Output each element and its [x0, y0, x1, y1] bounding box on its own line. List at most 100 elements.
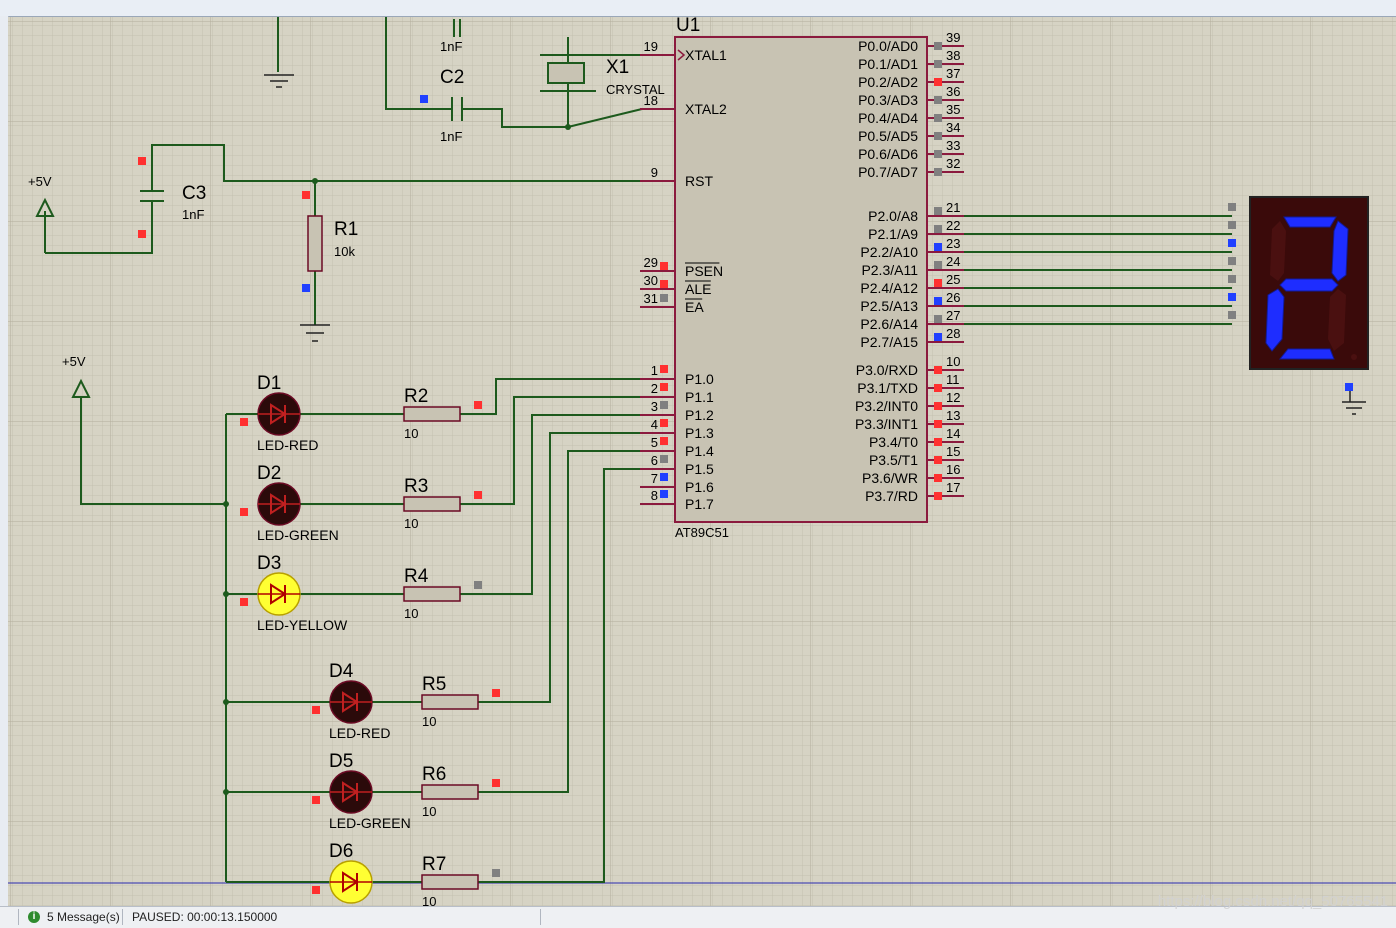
pin-number: 28	[946, 326, 960, 341]
pin-label: P0.5/AD5	[858, 128, 918, 144]
pin-label: EA	[685, 299, 704, 315]
resistor-body	[403, 586, 461, 602]
pin-label: P3.6/WR	[862, 470, 918, 486]
pin-number: 13	[946, 408, 960, 423]
pin-label: P1.5	[685, 461, 714, 477]
logic-probe-marker	[492, 869, 500, 877]
pin-label: P1.3	[685, 425, 714, 441]
pin-number: 33	[946, 138, 960, 153]
logic-probe-marker	[660, 473, 668, 481]
message-count[interactable]: 5 Message(s)	[47, 910, 120, 924]
logic-probe-marker	[312, 706, 320, 714]
logic-probe-marker	[1228, 311, 1236, 319]
logic-probe-marker	[660, 294, 668, 302]
pin-number: 19	[644, 39, 658, 54]
led-type: LED-RED	[257, 437, 318, 453]
pin-label: XTAL1	[685, 47, 727, 63]
pin-label: P0.4/AD4	[858, 110, 918, 126]
pin-number: 29	[644, 255, 658, 270]
logic-probe-marker	[934, 78, 942, 86]
led-type: LED-RED	[329, 725, 390, 741]
mcu-part: AT89C51	[675, 525, 729, 540]
mcu-at89c51[interactable]: U1 AT89C51 19XTAL118XTAL29RST29PSEN30ALE…	[640, 15, 964, 540]
logic-probe-marker	[934, 438, 942, 446]
resistor-value: 10	[422, 894, 436, 906]
logic-probe-marker	[1228, 221, 1236, 229]
resistor-value: 10	[404, 516, 418, 531]
pin-label: P0.6/AD6	[858, 146, 918, 162]
logic-probe-marker	[934, 384, 942, 392]
led-type: LED-GREEN	[257, 527, 339, 543]
logic-probe-marker	[934, 132, 942, 140]
logic-probe-marker	[138, 157, 146, 165]
pin-label: P3.0/RXD	[856, 362, 918, 378]
logic-probe-marker	[934, 42, 942, 50]
resistor-ref: R3	[404, 476, 428, 497]
logic-probe-marker	[1228, 293, 1236, 301]
logic-probe-marker	[492, 779, 500, 787]
pin-number: 7	[651, 471, 658, 486]
segment-dp	[1351, 354, 1357, 360]
pin-label: P0.3/AD3	[858, 92, 918, 108]
logic-probe-marker	[934, 114, 942, 122]
pin-label: P0.7/AD7	[858, 164, 918, 180]
pin-number: 32	[946, 156, 960, 171]
logic-probe-marker	[934, 315, 942, 323]
pin-number: 35	[946, 102, 960, 117]
logic-probe-marker	[302, 191, 310, 199]
pin-number: 24	[946, 254, 960, 269]
resistor-ref: R1	[334, 219, 358, 240]
pin-number: 25	[946, 272, 960, 287]
simulation-status: PAUSED: 00:00:13.150000	[132, 910, 278, 924]
resistor-r1[interactable]	[307, 215, 323, 272]
power-label: +5V	[28, 174, 52, 189]
capacitor-ref: C3	[182, 183, 206, 204]
pin-number: 22	[946, 218, 960, 233]
logic-probe-marker	[474, 581, 482, 589]
logic-probe-marker	[934, 261, 942, 269]
separator	[18, 909, 19, 925]
pin-number: 16	[946, 462, 960, 477]
pin-number: 37	[946, 66, 960, 81]
pin-label: P2.1/A9	[868, 226, 918, 242]
pin-label: P3.3/INT1	[855, 416, 918, 432]
pin-label: P2.7/A15	[860, 334, 918, 350]
capacitor-value: 1nF	[440, 129, 462, 144]
logic-probe-marker	[934, 402, 942, 410]
pin-label: P1.6	[685, 479, 714, 495]
logic-probe-marker	[934, 420, 942, 428]
crystal-ref: X1	[606, 57, 629, 78]
logic-probe-marker	[312, 886, 320, 894]
info-icon[interactable]: i	[28, 911, 40, 923]
pin-label: P2.0/A8	[868, 208, 918, 224]
pin-label: P3.1/TXD	[857, 380, 918, 396]
logic-probe-marker	[934, 96, 942, 104]
resistor-ref: R4	[404, 566, 429, 587]
pin-label: XTAL2	[685, 101, 727, 117]
pin-label: P3.2/INT0	[855, 398, 918, 414]
resistor-value: 10	[422, 804, 436, 819]
pin-label: P1.7	[685, 496, 714, 512]
logic-probe-marker	[474, 401, 482, 409]
seven-segment-display[interactable]	[1249, 196, 1369, 370]
pin-label: P1.1	[685, 389, 714, 405]
pin-label: P0.0/AD0	[858, 38, 918, 54]
logic-probe-marker	[240, 598, 248, 606]
mcu-ref: U1	[676, 17, 700, 36]
logic-probe-marker	[934, 225, 942, 233]
watermark: https://blog.csdn.net/qq_50765541	[1157, 893, 1388, 910]
logic-probe-marker	[302, 284, 310, 292]
logic-probe-marker	[660, 383, 668, 391]
pin-number: 15	[946, 444, 960, 459]
schematic-canvas[interactable]: +5V +5V 1nF C2 1nF C3 1nF X1 CRYSTAL R1 …	[8, 15, 1396, 909]
logic-probe-marker	[934, 297, 942, 305]
logic-probe-marker	[138, 230, 146, 238]
pin-number: 4	[651, 417, 658, 432]
pin-label: P1.2	[685, 407, 714, 423]
pin-label: ALE	[685, 281, 711, 297]
logic-probe-marker	[934, 150, 942, 158]
logic-probe-marker	[1228, 203, 1236, 211]
led-ref: D5	[329, 751, 353, 772]
logic-probe-marker	[1228, 239, 1236, 247]
pin-number: 5	[651, 435, 658, 450]
